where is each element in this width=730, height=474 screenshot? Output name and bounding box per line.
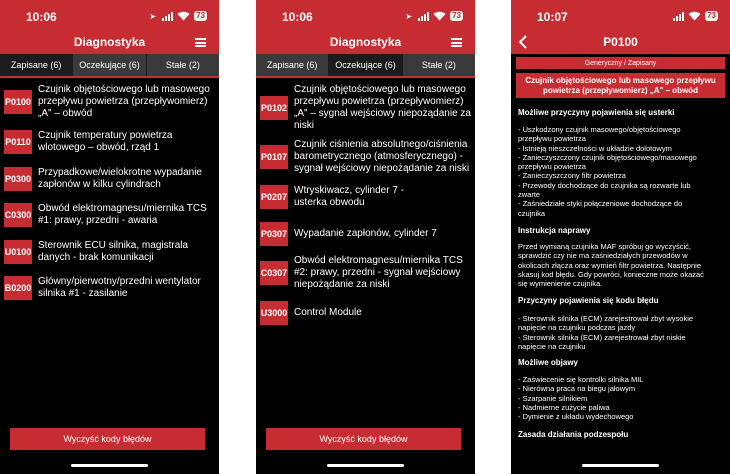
tab-pending[interactable]: Oczekujące (6) [73, 54, 147, 76]
status-bar: 10:06 ➤ 73 [256, 0, 475, 32]
tab-saved[interactable]: Zapisane (6) [256, 54, 330, 76]
status-icons: ➤ 73 [405, 10, 463, 22]
code-description: Czujnik objętościowego lub masowego prze… [38, 84, 210, 119]
signal-icon [418, 11, 430, 21]
code-description: Czujnik objętościowego lub masowego prze… [294, 84, 471, 131]
code-description: Czujnik temperatury powietrza wlotowego … [38, 130, 173, 153]
status-icons: 73 [673, 10, 718, 22]
code-title: Czujnik objętościowego lub masowego prze… [516, 73, 725, 98]
code-badge: C0307 [260, 261, 288, 285]
code-description: Wtryskiwacz, cylinder 7 - usterka obwodu [294, 185, 405, 208]
menu-icon[interactable] [451, 38, 462, 47]
code-description: Przypadkowe/wielokrotne wypadanie zapłon… [38, 167, 202, 190]
location-icon: ➤ [149, 11, 157, 21]
status-time: 10:07 [537, 10, 568, 24]
code-description: Control Module [294, 307, 362, 318]
screen-pending-codes: 10:06 ➤ 73 Diagnostyka Zapisane (6) Ocze… [256, 0, 475, 474]
code-description: Wypadanie zapłonów, cylinder 7 [294, 228, 437, 239]
code-badge: U3000 [260, 301, 288, 325]
section-heading: Zasada działania podzespołu [518, 430, 629, 439]
section-heading: Przyczyny pojawienia się kodu błędu [518, 296, 659, 305]
status-bar: 10:07 73 [511, 0, 730, 32]
battery-icon: 73 [194, 11, 207, 21]
tab-bar: Zapisane (6) Oczekujące (6) Stałe (2) [0, 54, 219, 76]
section-text: - Sterownik silnika (ECM) zarejestrował … [518, 314, 694, 351]
wifi-icon [177, 11, 190, 21]
tab-indicator [0, 76, 219, 78]
page-title: P0100 [603, 35, 638, 49]
status-time: 10:06 [26, 10, 57, 24]
section-text: - Zaświecenie się kontrolki silnika MIL … [518, 375, 644, 422]
section-heading: Możliwe objawy [518, 358, 579, 367]
home-indicator[interactable] [71, 464, 148, 467]
status-icons: ➤ 73 [149, 10, 207, 22]
tab-pending[interactable]: Oczekujące (6) [329, 54, 403, 76]
wifi-icon [688, 11, 701, 21]
code-badge: P0107 [260, 145, 288, 169]
screen-saved-codes: 10:06 ➤ 73 Diagnostyka Zapisane (6) Ocze… [0, 0, 219, 474]
code-description: Czujnik ciśnienia absolutnego/ciśnienia … [294, 139, 470, 174]
home-indicator[interactable] [327, 464, 404, 467]
code-badge: P0100 [4, 90, 32, 114]
app-bar: P0100 [511, 32, 730, 54]
home-indicator[interactable] [582, 464, 659, 467]
code-badge: C0300 [4, 203, 32, 227]
section-heading: Możliwe przyczyny pojawienia się usterki [518, 108, 675, 117]
signal-icon [162, 11, 174, 21]
app-bar: Diagnostyka [0, 32, 219, 54]
tab-bar: Zapisane (6) Oczekujące (6) Stałe (2) [256, 54, 475, 76]
code-badge: P0300 [4, 167, 32, 191]
code-badge: B0200 [4, 276, 32, 300]
clear-codes-button[interactable]: Wyczyść kody błędów [10, 428, 205, 450]
screen-code-detail: 10:07 73 P0100 Generyczny / Zapisany Czu… [511, 0, 730, 474]
clear-codes-button[interactable]: Wyczyść kody błędów [266, 428, 461, 450]
code-description: Główny/pierwotny/przedni wentylator siln… [38, 276, 201, 299]
signal-icon [673, 11, 685, 21]
location-icon: ➤ [405, 11, 413, 21]
menu-icon[interactable] [195, 38, 206, 47]
code-description: Obwód elektromagnesu/miernika TCS #1: pr… [38, 203, 207, 226]
tab-permanent[interactable]: Stałe (2) [402, 54, 475, 76]
code-badge: P0110 [4, 130, 32, 154]
code-badge: U0100 [4, 240, 32, 264]
status-time: 10:06 [282, 10, 313, 24]
section-text: Przed wymianą czujnika MAF spróbuj go wy… [518, 242, 704, 289]
tab-permanent[interactable]: Stałe (2) [146, 54, 219, 76]
section-heading: Instrukcja naprawy [518, 226, 591, 235]
code-description: Sterownik ECU silnika, magistrala danych… [38, 240, 189, 263]
app-bar: Diagnostyka [256, 32, 475, 54]
status-bar: 10:06 ➤ 73 [0, 0, 219, 32]
tab-saved[interactable]: Zapisane (6) [0, 54, 74, 76]
code-description: Obwód elektromagnesu/miernika TCS #2: pr… [294, 255, 463, 290]
page-title: Diagnostyka [329, 35, 402, 49]
wifi-icon [433, 11, 446, 21]
section-text: - Uszkodzony czujnik masowego/objętościo… [518, 125, 697, 218]
battery-icon: 73 [705, 11, 718, 21]
code-type-chip: Generyczny / Zapisany [516, 57, 725, 69]
code-badge: P0207 [260, 185, 288, 209]
tab-indicator [256, 76, 475, 78]
code-badge: P0307 [260, 222, 288, 246]
battery-icon: 73 [450, 11, 463, 21]
page-title: Diagnostyka [73, 35, 146, 49]
code-badge: P0102 [260, 96, 288, 120]
